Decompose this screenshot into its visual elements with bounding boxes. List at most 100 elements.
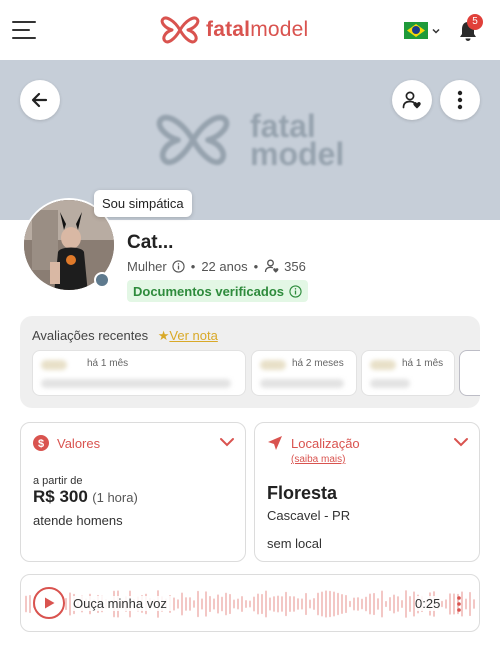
waveform-bar xyxy=(289,596,291,612)
recent-reviews-section: Avaliações recentes ★Ver nota há 1 mês h… xyxy=(20,316,480,408)
prices-card[interactable]: $ Valores a partir de R$ 300 (1 hora) at… xyxy=(20,422,246,562)
language-selector[interactable] xyxy=(404,22,441,39)
info-circle-icon xyxy=(289,284,302,298)
separator-dot: • xyxy=(190,258,196,274)
waveform-bar xyxy=(365,596,367,612)
waveform-bar xyxy=(225,592,227,616)
cover-logo-text: fatal model xyxy=(250,108,345,172)
waveform-bar xyxy=(361,598,363,610)
review-card[interactable]: há 1 mês xyxy=(361,350,455,396)
more-options-button[interactable] xyxy=(440,80,480,120)
followers-count: 356 xyxy=(284,258,306,274)
waveform-bar xyxy=(401,600,403,608)
site-logo[interactable]: fatalmodel xyxy=(160,14,308,46)
audio-duration: 0:25 xyxy=(415,596,441,611)
waveform-bar xyxy=(273,596,275,612)
favorite-button[interactable] xyxy=(392,80,432,120)
waveform-bar xyxy=(177,599,179,609)
waveform-bar xyxy=(29,594,31,614)
waveform-bar xyxy=(205,591,207,617)
review-text-blurred xyxy=(41,379,231,388)
waveform-bar xyxy=(313,598,315,610)
waveform-bar xyxy=(345,594,347,614)
back-arrow-icon xyxy=(31,92,48,108)
city-label: Cascavel - PR xyxy=(267,508,351,523)
see-rating-link[interactable]: Ver nota xyxy=(169,328,217,343)
waveform-bar xyxy=(293,596,295,612)
waveform-bar xyxy=(69,592,71,616)
cover-watermark-logo: fatal model xyxy=(152,110,344,170)
waveform-bar xyxy=(309,599,311,609)
prices-title: Valores xyxy=(57,435,101,451)
reviews-title: Avaliações recentes xyxy=(32,328,149,343)
review-text-blurred xyxy=(260,379,344,388)
review-author-blurred xyxy=(370,360,396,370)
waveform-bar xyxy=(349,600,351,608)
waveform-bar xyxy=(193,600,195,608)
chevron-down-icon[interactable] xyxy=(219,437,235,447)
cover-image: fatal model xyxy=(0,60,500,220)
age-label: 22 anos xyxy=(201,258,248,274)
waveform-bar xyxy=(233,599,235,609)
waveform-bar xyxy=(465,598,467,610)
neighborhood-label: Floresta xyxy=(267,483,338,503)
waveform-bar xyxy=(221,596,223,612)
place-label: sem local xyxy=(267,536,322,551)
logo-text: fatalmodel xyxy=(206,18,309,41)
waveform-bar xyxy=(469,591,471,617)
waveform-bar xyxy=(189,597,191,611)
brazil-flag-icon xyxy=(404,22,428,39)
waveform-bar xyxy=(277,595,279,613)
waveform-bar xyxy=(197,590,199,618)
star-icon: ★ xyxy=(157,328,170,343)
waveform-bar xyxy=(377,598,379,610)
review-text-blurred xyxy=(370,379,410,388)
chevron-down-icon xyxy=(432,28,440,34)
reviews-header: Avaliações recentes ★Ver nota xyxy=(32,328,218,344)
waveform-bar xyxy=(385,600,387,608)
back-button[interactable] xyxy=(20,80,60,120)
dollar-icon: $ xyxy=(33,435,49,451)
location-more-link[interactable]: (saiba mais) xyxy=(291,454,345,465)
waveform-bar xyxy=(325,590,327,618)
location-title: Localização xyxy=(291,435,360,451)
more-vertical-icon xyxy=(457,90,463,110)
more-vertical-icon[interactable] xyxy=(453,594,465,614)
waveform-bar xyxy=(173,597,175,611)
waveform-bar xyxy=(217,594,219,614)
chevron-down-icon[interactable] xyxy=(453,437,469,447)
review-card-partial[interactable] xyxy=(459,350,480,396)
waveform-bar xyxy=(209,595,211,613)
svg-text:$: $ xyxy=(38,438,44,450)
info-icon[interactable] xyxy=(172,259,185,273)
waveform-bar xyxy=(357,597,359,611)
waveform-bar xyxy=(301,598,303,610)
waveform-bar xyxy=(269,597,271,611)
review-card[interactable]: há 2 meses xyxy=(251,350,357,396)
waveform-bar xyxy=(321,591,323,617)
play-button[interactable] xyxy=(33,587,65,619)
menu-icon[interactable] xyxy=(12,21,36,39)
waveform-bar xyxy=(25,595,27,613)
waveform-bar xyxy=(473,599,475,609)
waveform-bar xyxy=(281,596,283,612)
location-card[interactable]: Localização (saiba mais) Floresta Cascav… xyxy=(254,422,480,562)
waveform-bar xyxy=(389,597,391,611)
waveform-bar xyxy=(373,592,375,616)
waveform-bar xyxy=(397,596,399,612)
location-header: Localização xyxy=(267,435,360,451)
butterfly-logo-icon xyxy=(156,114,230,165)
price-unit: (1 hora) xyxy=(92,490,138,505)
verified-badge[interactable]: Documentos verificados xyxy=(127,280,308,302)
online-status-dot xyxy=(94,272,110,288)
price-value: R$ 300 xyxy=(33,487,88,506)
profile-name: Cat... xyxy=(127,232,174,253)
waveform-bar xyxy=(445,599,447,609)
waveform-bar xyxy=(305,592,307,616)
review-author-blurred xyxy=(41,360,67,370)
waveform-bar xyxy=(261,593,263,615)
user-heart-icon xyxy=(402,91,421,109)
review-card[interactable]: há 1 mês xyxy=(32,350,246,396)
waveform-bar xyxy=(241,596,243,612)
waveform-bar xyxy=(249,600,251,608)
